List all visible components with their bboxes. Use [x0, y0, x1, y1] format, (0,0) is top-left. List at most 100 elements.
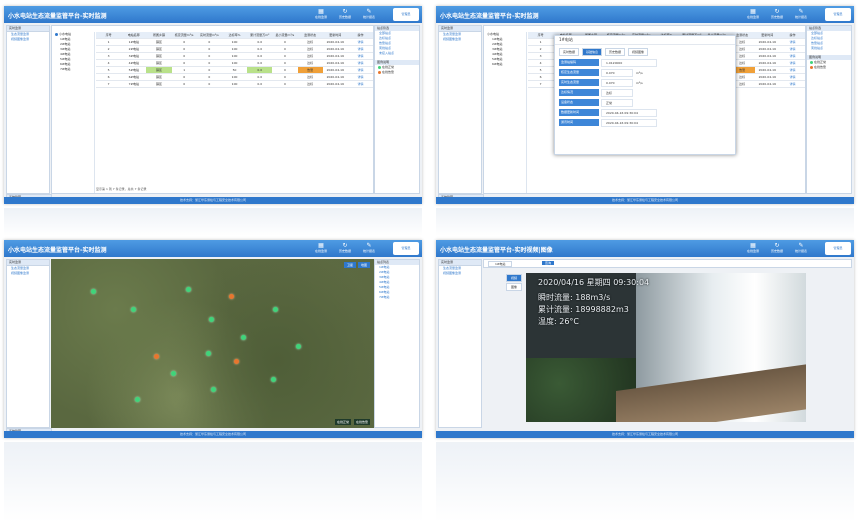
column-header[interactable]: 序号	[528, 32, 553, 38]
query-button[interactable]: 查询	[542, 261, 555, 265]
column-header[interactable]: 监测状态	[298, 32, 323, 38]
sidebar-item-video[interactable]: 视频图像监测	[439, 271, 481, 276]
table-cell: 0	[283, 68, 286, 72]
table-cell: 达标	[307, 61, 314, 65]
column-header[interactable]: 更新时间	[323, 32, 348, 38]
station-select[interactable]: 1#电站	[488, 261, 513, 267]
column-header[interactable]: 核定流量m³/s	[172, 32, 197, 38]
user-menu[interactable]: 管理员	[825, 242, 851, 255]
table-row[interactable]: 2 2#电站 镇区 0 0 100 0.0 0 达标 2020-04-16 详情	[96, 46, 373, 53]
table-row[interactable]: 6 6#电站 镇区 0 0 100 0.0 0 达标 2020-04-16 详情	[96, 74, 373, 81]
station-marker[interactable]	[131, 307, 136, 312]
column-header[interactable]: 电站名称	[121, 32, 146, 38]
station-marker[interactable]	[171, 371, 176, 376]
nav-monitor[interactable]: ▦ 在线监测	[742, 8, 764, 21]
column-header[interactable]: 最小流量m³/s	[272, 32, 297, 38]
sidebar-item-video[interactable]: 视频图像监测	[7, 37, 49, 42]
map-type-satellite[interactable]: 卫星	[343, 262, 356, 268]
column-header[interactable]: 更新时间	[755, 32, 780, 38]
table-cell: 0	[183, 75, 186, 79]
station-marker[interactable]	[271, 377, 276, 382]
row-detail-link[interactable]: 详情	[348, 67, 373, 73]
filter-item[interactable]: 离线站点	[807, 46, 851, 51]
column-header[interactable]: 序号	[96, 32, 121, 38]
field-label: 监测站编码	[559, 59, 599, 66]
row-detail-link[interactable]: 详情	[780, 81, 805, 87]
row-detail-link[interactable]: 详情	[348, 39, 373, 45]
nav-report[interactable]: ✎ 统计报表	[358, 8, 380, 21]
column-header[interactable]: 操作	[780, 32, 805, 38]
image-button[interactable]: 图像	[506, 283, 522, 291]
row-detail-link[interactable]: 详情	[780, 74, 805, 80]
row-detail-link[interactable]: 详情	[348, 46, 373, 52]
column-header[interactable]: 所属乡镇	[146, 32, 171, 38]
station-marker[interactable]	[296, 344, 301, 349]
nav-history[interactable]: ↻ 历史数据	[766, 242, 788, 255]
column-header[interactable]: 实时流量m³/s	[197, 32, 222, 38]
station-marker[interactable]	[135, 397, 140, 402]
nav-history[interactable]: ↻ 历史数据	[334, 8, 356, 21]
satellite-map[interactable]: 卫星 地图 在线正常 在线告警	[51, 259, 374, 428]
row-detail-link[interactable]: 详情	[780, 39, 805, 45]
map-type-map[interactable]: 地图	[357, 262, 370, 268]
column-header[interactable]: 操作	[348, 32, 373, 38]
table-cell: 0	[183, 47, 186, 51]
column-header[interactable]: 达标率%	[222, 32, 247, 38]
user-menu[interactable]: 管理员	[393, 242, 419, 255]
nav-report[interactable]: ✎ 统计报表	[790, 242, 812, 255]
sidebar-item-video[interactable]: 视频图像监测	[439, 37, 481, 42]
column-header[interactable]: 累计流量万m³	[247, 32, 272, 38]
table-row[interactable]: 4 4#电站 镇区 0 0 100 0.0 0 达标 2020-04-16 详情	[96, 60, 373, 67]
station-marker[interactable]	[209, 317, 214, 322]
tab-history[interactable]: 历史数据	[605, 48, 626, 56]
station-marker[interactable]	[154, 354, 159, 359]
tab-realtime[interactable]: 实时数据	[559, 48, 580, 56]
nav-report[interactable]: ✎ 统计报表	[358, 242, 380, 255]
nav-monitor[interactable]: ▦ 在线监测	[310, 8, 332, 21]
table-cell: 2020-04-16	[758, 61, 776, 65]
table-row[interactable]: 5 5#电站 镇区 1 0 50 0.0 0 告警2020-04-16 详情	[96, 67, 373, 74]
row-detail-link[interactable]: 详情	[348, 81, 373, 87]
station-marker[interactable]	[234, 359, 239, 364]
video-player[interactable]: 2020/04/16 星期四 09:30:04 瞬时流量: 188m3/s 累计…	[526, 273, 806, 422]
row-detail-link[interactable]: 详情	[780, 46, 805, 52]
filter-item[interactable]: 未接入站点	[375, 51, 419, 56]
nav-history[interactable]: ↻ 历史数据	[334, 242, 356, 255]
station-marker[interactable]	[186, 287, 191, 292]
video-button[interactable]: 视频	[506, 274, 522, 282]
station-marker[interactable]	[229, 294, 234, 299]
nav-report[interactable]: ✎ 统计报表	[790, 8, 812, 21]
nav-monitor[interactable]: ▦ 在线监测	[742, 242, 764, 255]
window-realtime-table: 小水电站生态流量监管平台-实时监测 ▦ 在线监测 ↻ 历史数据 ✎ 统计报表 管理员 …	[4, 6, 422, 204]
nav-monitor[interactable]: ▦ 在线监测	[310, 242, 332, 255]
pager[interactable]: 显示第 1 到 7 条记录，总共 7 条记录	[96, 187, 146, 191]
station-marker[interactable]	[206, 351, 211, 356]
legend-alarm: 在线告警	[353, 419, 370, 425]
tree-node[interactable]: 6#电站	[484, 62, 526, 67]
user-menu[interactable]: 管理员	[825, 8, 851, 21]
table-row[interactable]: 3 3#电站 镇区 0 0 100 0.0 0 达标 2020-04-16 详情	[96, 53, 373, 60]
row-detail-link[interactable]: 详情	[348, 53, 373, 59]
station-marker[interactable]	[91, 289, 96, 294]
row-detail-link[interactable]: 详情	[780, 60, 805, 66]
osd-flow: 瞬时流量: 188m3/s	[538, 293, 611, 302]
sidebar-item-video[interactable]: 视频图像监测	[7, 271, 49, 276]
refresh-icon: ↻	[342, 242, 348, 249]
user-menu[interactable]: 管理员	[393, 8, 419, 21]
station-marker[interactable]	[211, 387, 216, 392]
row-detail-link[interactable]: 详情	[780, 67, 805, 73]
tree-node[interactable]: 7#电站	[52, 67, 94, 72]
table-cell: 3	[107, 54, 110, 58]
chart-icon: ▦	[318, 8, 324, 15]
tab-video[interactable]: 视频图像	[628, 48, 649, 56]
station-marker[interactable]	[273, 307, 278, 312]
table-row[interactable]: 1 1#电站 镇区 0 0 100 0.0 0 达标 2020-04-16 详情	[96, 39, 373, 46]
row-detail-link[interactable]: 详情	[348, 60, 373, 66]
nav-history[interactable]: ↻ 历史数据	[766, 8, 788, 21]
tab-basic-info[interactable]: 基础信息	[582, 48, 603, 56]
row-detail-link[interactable]: 详情	[780, 53, 805, 59]
row-detail-link[interactable]: 详情	[348, 74, 373, 80]
table-row[interactable]: 7 7#电站 镇区 0 0 100 0.0 0 达标 2020-04-16 详情	[96, 81, 373, 88]
station-marker[interactable]	[241, 335, 246, 340]
station-list-item[interactable]: 7#电站	[375, 295, 419, 300]
